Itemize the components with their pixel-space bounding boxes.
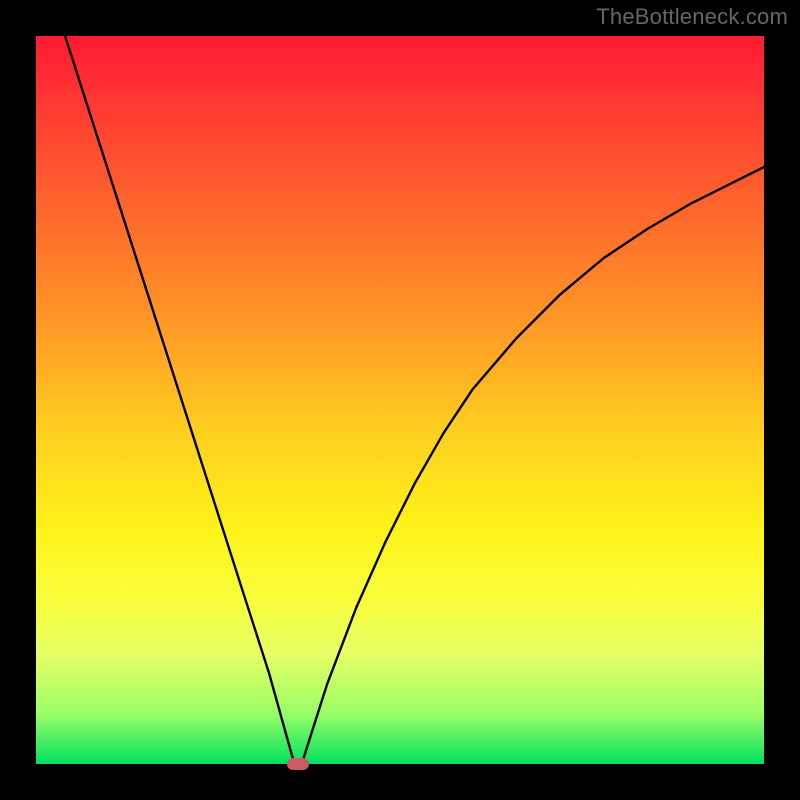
bottleneck-curve [65, 36, 764, 764]
plot-area [36, 36, 764, 764]
watermark-text: TheBottleneck.com [596, 4, 788, 30]
curve-svg [36, 36, 764, 764]
chart-frame: TheBottleneck.com [0, 0, 800, 800]
optimum-marker [287, 758, 309, 770]
